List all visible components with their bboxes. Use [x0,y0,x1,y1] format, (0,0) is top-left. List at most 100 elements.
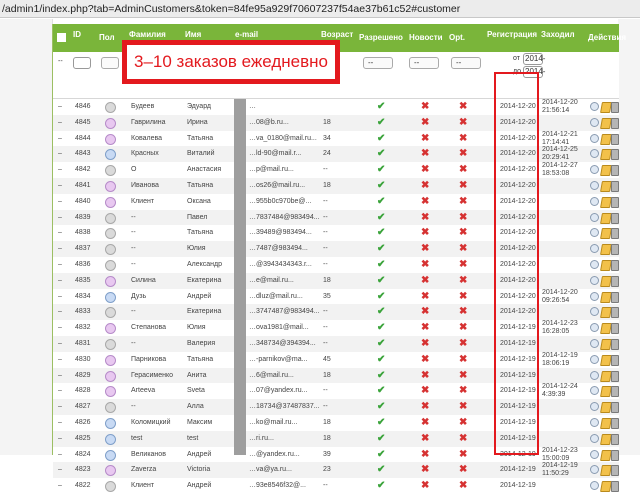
row-checkbox[interactable]: – [58,146,62,162]
opt-cross-icon[interactable]: ✖ [459,196,467,207]
view-icon[interactable] [590,196,599,206]
news-filter-select[interactable]: -- [409,57,439,69]
delete-icon[interactable] [611,465,619,477]
delete-icon[interactable] [611,102,619,113]
allowed-check-icon[interactable]: ✔ [377,306,385,317]
opt-cross-icon[interactable]: ✖ [459,212,467,223]
opt-cross-icon[interactable]: ✖ [459,148,467,159]
row-checkbox[interactable]: – [58,131,62,147]
delete-icon[interactable] [611,386,619,398]
opt-cross-icon[interactable]: ✖ [459,291,467,302]
view-icon[interactable] [590,275,599,285]
opt-cross-icon[interactable]: ✖ [459,354,467,365]
opt-cross-icon[interactable]: ✖ [459,338,467,349]
delete-icon[interactable] [611,149,619,161]
view-icon[interactable] [590,402,599,412]
row-checkbox[interactable]: – [58,368,62,384]
delete-icon[interactable] [611,323,619,335]
allowed-check-icon[interactable]: ✔ [377,370,385,381]
news-cross-icon[interactable]: ✖ [421,180,429,191]
allowed-check-icon[interactable]: ✔ [377,480,385,491]
allowed-check-icon[interactable]: ✔ [377,212,385,223]
opt-cross-icon[interactable]: ✖ [459,243,467,254]
delete-icon[interactable] [611,449,619,461]
row-checkbox[interactable]: – [58,415,62,431]
news-cross-icon[interactable]: ✖ [421,354,429,365]
allowed-check-icon[interactable]: ✔ [377,164,385,175]
allowed-check-icon[interactable]: ✔ [377,449,385,460]
row-checkbox[interactable]: – [58,162,62,178]
opt-cross-icon[interactable]: ✖ [459,117,467,128]
id-filter-input[interactable] [73,57,91,69]
news-cross-icon[interactable]: ✖ [421,164,429,175]
row-checkbox[interactable]: – [58,478,62,494]
allowed-check-icon[interactable]: ✔ [377,464,385,475]
news-cross-icon[interactable]: ✖ [421,417,429,428]
opt-cross-icon[interactable]: ✖ [459,306,467,317]
view-icon[interactable] [590,323,599,333]
opt-cross-icon[interactable]: ✖ [459,275,467,286]
row-checkbox[interactable]: – [58,225,62,241]
delete-icon[interactable] [611,260,619,271]
delete-icon[interactable] [611,212,619,224]
opt-cross-icon[interactable]: ✖ [459,480,467,491]
opt-cross-icon[interactable]: ✖ [459,322,467,333]
row-checkbox[interactable]: – [58,178,62,194]
view-icon[interactable] [590,307,599,317]
row-checkbox[interactable]: – [58,115,62,131]
opt-cross-icon[interactable]: ✖ [459,259,467,270]
row-checkbox[interactable]: – [58,462,62,478]
row-checkbox[interactable]: – [58,399,62,415]
news-cross-icon[interactable]: ✖ [421,148,429,159]
row-checkbox[interactable]: – [58,320,62,336]
view-icon[interactable] [590,339,599,348]
news-cross-icon[interactable]: ✖ [421,322,429,333]
delete-icon[interactable] [611,181,619,192]
delete-icon[interactable] [611,291,619,303]
news-cross-icon[interactable]: ✖ [421,243,429,254]
news-cross-icon[interactable]: ✖ [421,259,429,270]
row-checkbox[interactable]: – [58,447,62,463]
view-icon[interactable] [590,465,599,475]
news-cross-icon[interactable]: ✖ [421,433,429,444]
row-checkbox[interactable]: – [58,210,62,226]
allowed-check-icon[interactable]: ✔ [377,275,385,286]
view-icon[interactable] [590,449,599,459]
view-icon[interactable] [590,133,599,143]
news-cross-icon[interactable]: ✖ [421,101,429,112]
gender-filter-select[interactable] [101,57,119,69]
row-checkbox[interactable]: – [58,383,62,399]
allowed-check-icon[interactable]: ✔ [377,433,385,444]
opt-cross-icon[interactable]: ✖ [459,370,467,381]
allowed-check-icon[interactable]: ✔ [377,180,385,191]
news-cross-icon[interactable]: ✖ [421,275,429,286]
allowed-check-icon[interactable]: ✔ [377,196,385,207]
view-icon[interactable] [590,181,599,190]
address-bar[interactable]: /admin1/index.php?tab=AdminCustomers&tok… [0,0,640,18]
allowed-check-icon[interactable]: ✔ [377,417,385,428]
col-gender[interactable]: Пол [99,24,115,52]
news-cross-icon[interactable]: ✖ [421,401,429,412]
allowed-check-icon[interactable]: ✔ [377,117,385,128]
select-all-checkbox[interactable] [57,33,66,42]
view-icon[interactable] [590,228,599,238]
allowed-check-icon[interactable]: ✔ [377,291,385,302]
news-cross-icon[interactable]: ✖ [421,464,429,475]
opt-cross-icon[interactable]: ✖ [459,401,467,412]
opt-cross-icon[interactable]: ✖ [459,433,467,444]
news-cross-icon[interactable]: ✖ [421,370,429,381]
allowed-check-icon[interactable]: ✔ [377,133,385,144]
opt-cross-icon[interactable]: ✖ [459,133,467,144]
view-icon[interactable] [590,244,599,254]
news-cross-icon[interactable]: ✖ [421,385,429,396]
delete-icon[interactable] [611,133,619,145]
opt-cross-icon[interactable]: ✖ [459,180,467,191]
row-checkbox[interactable]: – [58,431,62,447]
allowed-check-icon[interactable]: ✔ [377,401,385,412]
row-checkbox[interactable]: – [58,336,62,352]
row-checkbox[interactable]: – [58,289,62,305]
delete-icon[interactable] [611,370,619,382]
delete-icon[interactable] [611,307,619,319]
view-icon[interactable] [590,260,599,269]
table-row[interactable]: – 4823 Zaverza Victoria …va@ya.ru... 23 ✔ ✖ ✖ 201… [53,462,619,479]
